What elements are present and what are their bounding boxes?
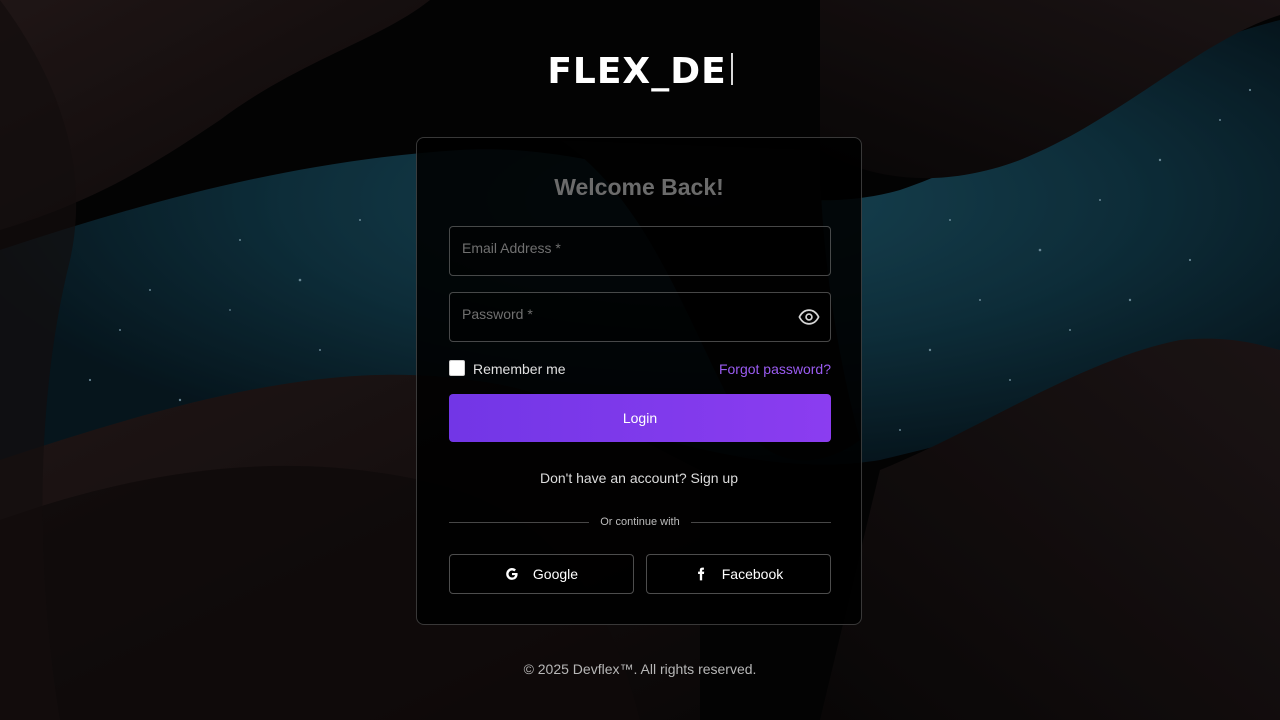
google-button[interactable]: Google (449, 554, 634, 594)
password-input[interactable] (450, 293, 830, 341)
typing-caret (730, 53, 733, 85)
password-field[interactable]: Password * (449, 292, 831, 342)
remember-checkbox[interactable] (449, 360, 465, 376)
facebook-icon (694, 557, 708, 581)
forgot-password-link[interactable]: Forgot password? (719, 360, 831, 378)
google-icon (505, 557, 519, 580)
eye-icon[interactable] (798, 306, 820, 328)
facebook-button[interactable]: Facebook (646, 554, 831, 594)
remember-label[interactable]: Remember me (473, 360, 566, 378)
social-divider: Or continue with (449, 516, 831, 528)
google-label: Google (532, 566, 579, 582)
footer-copyright: © 2025 Devflex™. All rights reserved. (523, 661, 757, 677)
email-field[interactable]: Email Address * (449, 226, 831, 276)
login-button[interactable]: Login (449, 394, 831, 442)
facebook-label: Facebook (721, 566, 784, 582)
brand-logo: FLEX_DE (0, 52, 1280, 92)
login-options-row: Remember me Forgot password? (449, 360, 831, 378)
email-input[interactable] (450, 227, 830, 275)
brand-title: FLEX_DE (547, 51, 727, 92)
card-heading: Welcome Back! (554, 174, 724, 200)
login-card: Welcome Back! Email Address * Password *… (416, 137, 862, 625)
divider-line-right (691, 522, 831, 523)
signup-prompt[interactable]: Don't have an account? Sign up (417, 470, 861, 486)
